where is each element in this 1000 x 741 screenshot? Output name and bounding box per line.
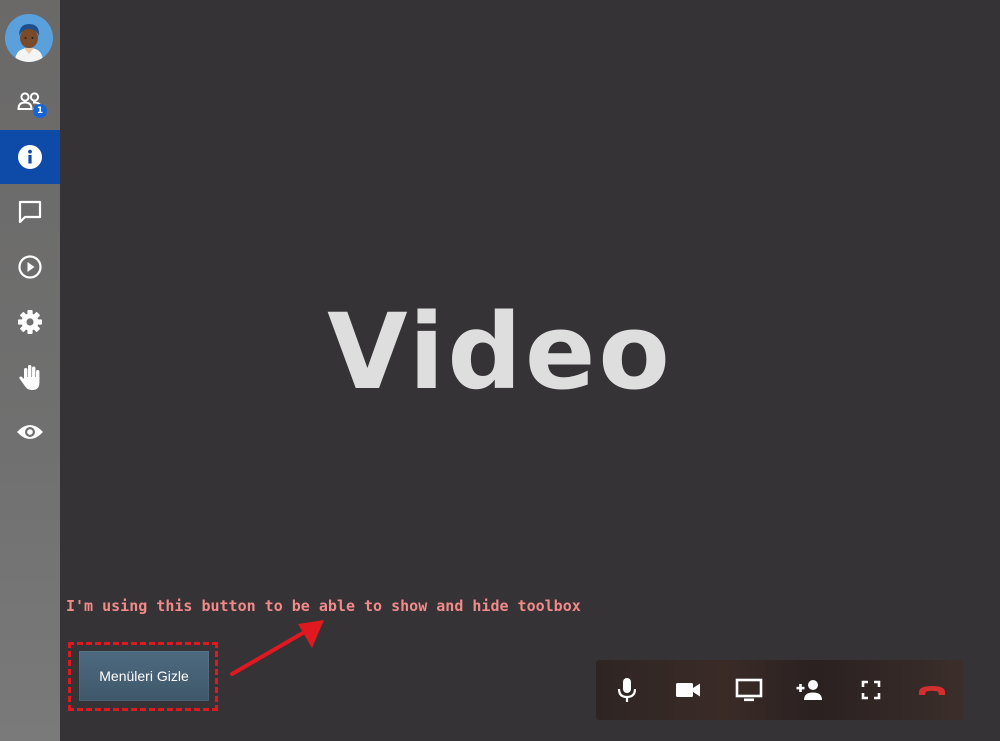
annotation-arrow <box>230 620 324 676</box>
screen-share-icon <box>735 678 763 702</box>
video-label-text: Video <box>327 291 673 413</box>
sidebar-item-play[interactable] <box>0 240 60 294</box>
toolbar-camera-button[interactable] <box>668 660 708 720</box>
toolbar-fullscreen-button[interactable] <box>851 660 891 720</box>
sidebar-item-info[interactable] <box>0 130 60 184</box>
toolbar-screen-share-button[interactable] <box>729 660 769 720</box>
camera-icon <box>676 683 700 697</box>
toolbar-invite-button[interactable] <box>790 660 830 720</box>
sidebar-item-view[interactable] <box>0 405 60 459</box>
sidebar-item-participants[interactable]: 1 <box>0 75 60 129</box>
video-placeholder-label: Video <box>0 292 1000 412</box>
sidebar-item-chat[interactable] <box>0 185 60 239</box>
avatar-image <box>5 14 53 62</box>
avatar[interactable] <box>5 14 53 62</box>
add-person-icon <box>796 680 822 700</box>
toolbox <box>596 660 963 720</box>
participants-badge: 1 <box>33 104 47 118</box>
toolbar-hangup-button[interactable] <box>912 660 952 720</box>
eye-icon <box>17 425 43 439</box>
info-icon <box>18 145 42 169</box>
chat-icon <box>18 200 42 224</box>
hide-menus-button[interactable]: Menüleri Gizle <box>79 651 209 701</box>
hangup-icon <box>919 686 945 695</box>
microphone-icon <box>617 678 637 702</box>
toolbar-mute-button[interactable] <box>607 660 647 720</box>
fullscreen-icon <box>861 680 881 700</box>
play-icon <box>18 255 42 279</box>
